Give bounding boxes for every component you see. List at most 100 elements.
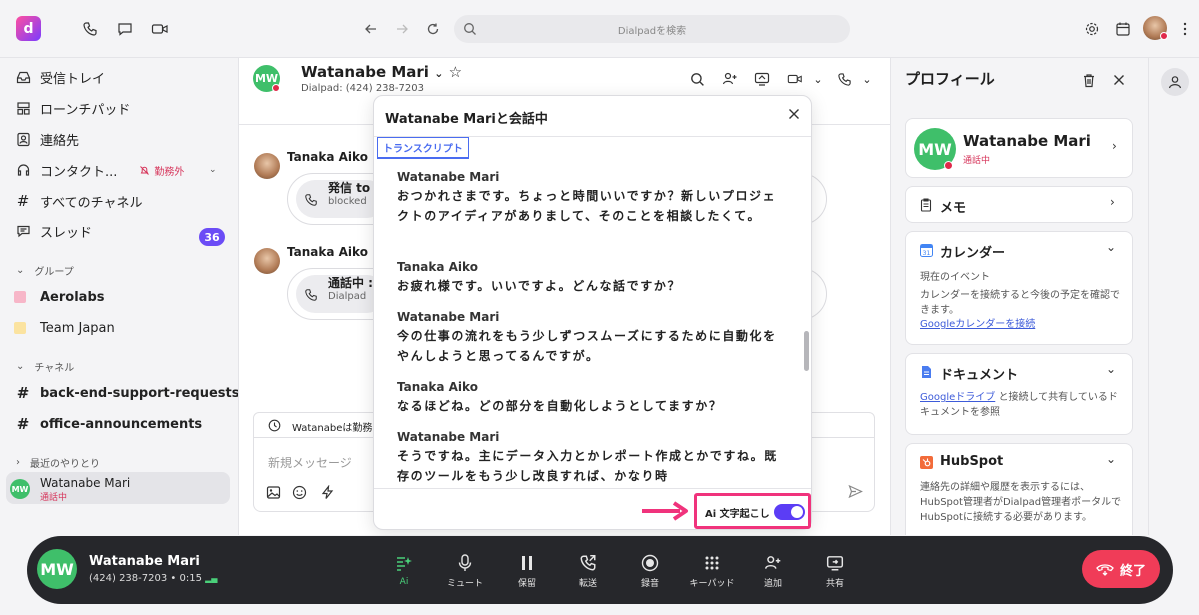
- sidebar-item-group[interactable]: Team Japan: [14, 318, 115, 338]
- sidebar-item-all-channels[interactable]: # すべてのチャネル: [14, 191, 143, 211]
- avatar[interactable]: [254, 248, 280, 274]
- share-icon: [826, 553, 844, 572]
- tab-transcript[interactable]: トランスクリプト: [377, 137, 469, 159]
- transcript-speaker: Watanabe Mari: [397, 310, 500, 324]
- gear-icon[interactable]: [1082, 19, 1102, 39]
- forward-icon[interactable]: [392, 19, 412, 39]
- video-icon[interactable]: [786, 70, 804, 88]
- ai-button[interactable]: Ai: [376, 553, 432, 589]
- message-author: Tanaka Aiko 12: [287, 150, 385, 164]
- hash-icon: #: [16, 415, 30, 433]
- close-icon[interactable]: [1109, 70, 1129, 90]
- sidebar-item-group[interactable]: Aerolabs: [14, 287, 105, 307]
- chevron-down-icon[interactable]: ⌄: [1106, 452, 1116, 466]
- keypad-button[interactable]: キーパッド: [684, 553, 740, 589]
- record-button[interactable]: 録音: [622, 553, 678, 589]
- trash-icon[interactable]: [1079, 70, 1099, 90]
- transcript-text: お疲れ様です。いいですよ。どんな話ですか？: [397, 279, 682, 293]
- chevron-down-icon[interactable]: ⌄: [209, 165, 217, 175]
- chevron-down-icon[interactable]: ⌄: [1106, 240, 1116, 254]
- more-icon[interactable]: [1175, 19, 1195, 39]
- hash-icon: #: [16, 192, 30, 210]
- sidebar-item-launchpad[interactable]: ローンチパッド: [14, 98, 130, 118]
- sidebar-item-channel[interactable]: # back-end-support-requests: [14, 383, 240, 403]
- sidebar-item-contact-center[interactable]: コンタクト... 勤務外 ⌄: [14, 160, 224, 180]
- chevron-down-icon[interactable]: ⌄: [809, 70, 827, 88]
- avatar[interactable]: [254, 153, 280, 179]
- transcript-text: そうですね。主にデータ入力とかレポート作成とかですね。既存のツールをもう少し改良…: [397, 449, 778, 483]
- add-user-icon[interactable]: [721, 70, 739, 88]
- add-user-icon: [764, 553, 782, 572]
- contact-number: Dialpad: (424) 238-7203: [301, 83, 424, 94]
- groups-header[interactable]: ⌄ グループ: [16, 263, 74, 278]
- documents-card: ドキュメント ⌄ Googleドライブ と接続して共有しているドキュメントを参照: [905, 353, 1133, 435]
- headset-icon: [14, 163, 32, 178]
- reload-icon[interactable]: [423, 19, 443, 39]
- sidebar-item-label: 受信トレイ: [40, 71, 106, 87]
- share-screen-icon[interactable]: [753, 70, 771, 88]
- group-color-square: [14, 291, 26, 303]
- search-icon[interactable]: [688, 70, 706, 88]
- record-icon: [641, 553, 659, 572]
- search-input[interactable]: Dialpadを検索: [454, 15, 850, 43]
- connect-google-calendar-link[interactable]: Googleカレンダーを接続: [920, 317, 1120, 332]
- outgoing-call-icon: [305, 194, 317, 206]
- close-icon[interactable]: [785, 105, 803, 123]
- clock-icon: [268, 419, 281, 432]
- send-icon[interactable]: [848, 484, 863, 499]
- sidebar-item-inbox[interactable]: 受信トレイ: [14, 67, 105, 87]
- back-icon[interactable]: [361, 19, 381, 39]
- chat-icon[interactable]: [115, 19, 135, 39]
- profile-status: 通話中: [963, 156, 991, 166]
- sidebar-item-label: スレッド: [40, 225, 93, 241]
- end-call-button[interactable]: 終了: [1082, 550, 1160, 588]
- calendar-icon[interactable]: [1113, 19, 1133, 39]
- inbox-icon: [14, 70, 32, 85]
- dialpad-logo[interactable]: d: [16, 16, 41, 41]
- mute-button[interactable]: ミュート: [437, 553, 493, 589]
- ai-transcription-toggle[interactable]: [774, 504, 805, 520]
- phone-icon[interactable]: [835, 70, 853, 88]
- recent-header[interactable]: › 最近のやりとり: [16, 455, 100, 470]
- hold-button[interactable]: 保留: [499, 553, 555, 589]
- thread-icon: [14, 224, 32, 239]
- sidebar-item-contacts[interactable]: 連絡先: [14, 129, 79, 149]
- phone-icon[interactable]: [80, 19, 100, 39]
- scrollbar[interactable]: [803, 164, 809, 488]
- transcript-text: おつかれさまです。ちょっと時間いいですか？新しいプロジェクトのアイディアがありま…: [397, 189, 777, 223]
- sidebar-item-channel[interactable]: # office-announcements: [14, 414, 202, 434]
- chevron-down-icon: ⌄: [16, 265, 25, 276]
- chevron-down-icon: ⌄: [16, 361, 25, 372]
- sidebar-item-label: すべてのチャネル: [40, 195, 143, 211]
- chevron-right-icon: ›: [1112, 139, 1117, 153]
- person-icon[interactable]: [1161, 68, 1189, 96]
- presence-dot: [1160, 32, 1168, 40]
- add-participant-button[interactable]: 追加: [745, 553, 801, 589]
- sidebar-item-threads[interactable]: スレッド: [14, 221, 92, 241]
- lightning-icon[interactable]: [320, 485, 335, 500]
- transcript-speaker: Watanabe Mari: [397, 430, 500, 444]
- avatar: MW: [37, 549, 77, 589]
- ai-icon: [395, 553, 413, 573]
- dialog-title: Watanabe Mariと会話中: [385, 112, 548, 127]
- chevron-down-icon[interactable]: ⌄: [1106, 362, 1116, 376]
- group-label: Aerolabs: [40, 289, 105, 305]
- memo-card[interactable]: メモ ›: [905, 186, 1133, 223]
- profile-contact-card[interactable]: MW Watanabe Mari 通話中 ›: [905, 118, 1133, 178]
- presence-dot: [272, 84, 280, 92]
- chevron-down-icon[interactable]: ⌄: [858, 70, 876, 88]
- share-button[interactable]: 共有: [807, 553, 863, 589]
- transfer-button[interactable]: 転送: [560, 553, 616, 589]
- right-rail: [1148, 58, 1199, 535]
- scrollbar-thumb[interactable]: [804, 331, 809, 371]
- google-drive-link[interactable]: Googleドライブ: [920, 392, 995, 403]
- contacts-icon: [14, 132, 32, 147]
- contact-name[interactable]: Watanabe Mari ⌄ ☆: [301, 63, 462, 81]
- transcript-list[interactable]: Watanabe Mari おつかれさまです。ちょっと時間いいですか？新しいプロ…: [374, 164, 799, 488]
- bell-off-icon: [140, 165, 150, 175]
- channels-header[interactable]: ⌄ チャネル: [16, 359, 74, 374]
- video-icon[interactable]: [150, 19, 170, 39]
- image-icon[interactable]: [266, 485, 281, 500]
- panel-title: プロフィール: [905, 70, 995, 88]
- emoji-icon[interactable]: [292, 485, 307, 500]
